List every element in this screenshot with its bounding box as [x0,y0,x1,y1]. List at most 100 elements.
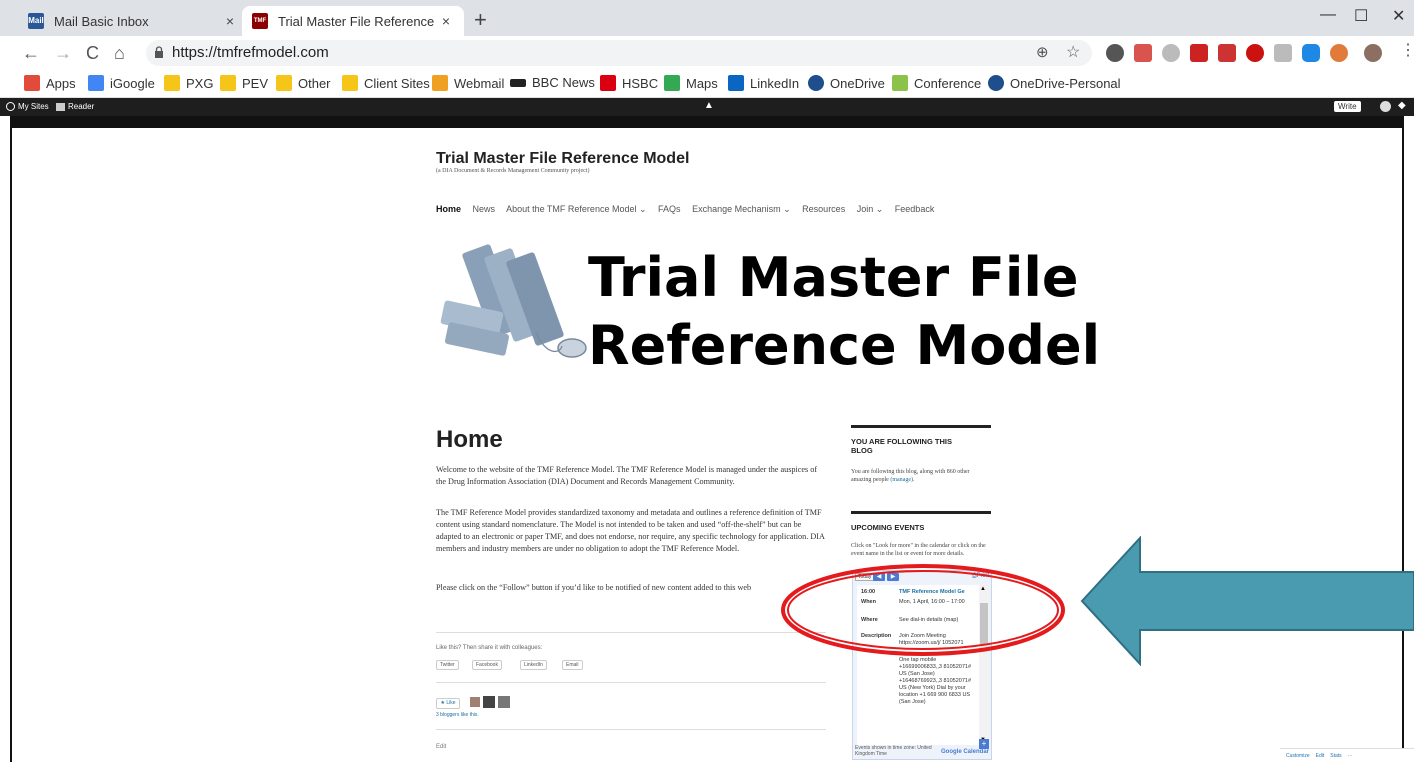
reader-icon [56,102,65,111]
google-calendar-widget: Today ◀ ▶ ⎙Print 16:00 TMF Reference Mod… [852,570,992,760]
nav-feedback[interactable]: Feedback [895,204,935,214]
zoom-icon[interactable]: ⊕ [1036,43,1049,61]
close-window-icon[interactable]: ✕ [1392,6,1405,26]
share-linkedin-button[interactable]: LinkedIn [520,660,547,670]
avatar[interactable] [483,696,495,708]
manage-link[interactable]: (manage). [890,477,914,483]
extension-icon[interactable] [1330,44,1348,62]
event-title[interactable]: TMF Reference Model Ge [899,589,975,596]
cloud-icon [808,75,824,91]
extension-icon[interactable] [1246,44,1264,62]
extension-icon[interactable] [1106,44,1124,62]
bookmark-conference[interactable]: Conference [892,75,981,91]
avatar[interactable] [1380,101,1391,112]
my-sites-link[interactable]: My Sites [6,102,49,111]
extension-icon[interactable] [1162,44,1180,62]
folder-icon [276,75,292,91]
nav-home[interactable]: Home [436,204,461,214]
share-facebook-button[interactable]: Facebook [472,660,502,670]
close-tab-icon[interactable]: × [438,13,454,29]
bookmark-star-icon[interactable]: ☆ [1066,42,1080,62]
share-twitter-button[interactable]: Twitter [436,660,459,670]
avatar[interactable] [1364,44,1382,62]
notifications-icon[interactable]: ◆ [1398,100,1406,111]
bookmark-client-sites[interactable]: Client Sites [342,75,430,91]
close-tab-icon[interactable]: × [222,13,238,29]
stats-link[interactable]: Stats [1330,753,1341,759]
site-title[interactable]: Trial Master File Reference Model [436,150,689,168]
divider [436,632,826,633]
more-icon[interactable]: ··· [1348,753,1353,759]
bloggers-like-text[interactable]: 3 bloggers like this. [436,712,479,718]
share-email-button[interactable]: Email [562,660,583,670]
scrollbar-thumb[interactable] [980,603,988,645]
nav-resources[interactable]: Resources [802,204,845,214]
next-button[interactable]: ▶ [887,573,899,581]
google-icon [88,75,104,91]
calendar-scrollbar[interactable]: ▲ ▼ [979,585,989,745]
tab-tmf[interactable]: TMF Trial Master File Reference Mode × [242,6,464,36]
tab-strip: Mail Mail Basic Inbox × TMF Trial Master… [0,0,1414,36]
folder-icon [220,75,236,91]
google-calendar-logo[interactable]: Google Calendar [941,749,989,755]
bookmark-onedrive-personal[interactable]: OneDrive-Personal [988,75,1121,91]
divider [436,729,826,730]
event-header[interactable]: 16:00 TMF Reference Model Ge [861,589,975,596]
add-calendar-button[interactable]: + [979,739,989,749]
bookmark-other[interactable]: Other [276,75,331,91]
footer-action-bar: Customize Edit Stats ··· [1280,748,1414,762]
reload-button[interactable]: C [86,42,99,64]
like-button[interactable]: ★ Like [436,698,460,709]
avatar[interactable] [470,697,480,707]
bookmark-linkedin[interactable]: LinkedIn [728,75,799,91]
prev-button[interactable]: ◀ [873,573,885,581]
skype-icon[interactable] [1302,44,1320,62]
bookmark-webmail[interactable]: Webmail [432,75,504,91]
bookmark-onedrive[interactable]: OneDrive [808,75,885,91]
nav-exchange-mechanism[interactable]: Exchange Mechanism ⌄ [692,204,791,214]
home-button[interactable]: ⌂ [114,42,125,64]
reader-link[interactable]: Reader [56,102,94,111]
write-button[interactable]: Write [1334,101,1361,112]
bookmark-hsbc[interactable]: HSBC [600,75,658,91]
bookmark-bbc-news[interactable]: BBC News [510,75,595,90]
address-bar[interactable]: https://tmfrefmodel.com ⊕ ☆ [146,40,1092,66]
folder-icon [342,75,358,91]
tab-mail-inbox[interactable]: Mail Mail Basic Inbox × [18,6,248,36]
browser-toolbar: ← → C ⌂ https://tmfrefmodel.com ⊕ ☆ ⋮ [0,36,1414,70]
edit-link[interactable]: Edit [436,744,446,750]
extension-icon[interactable] [1190,44,1208,62]
today-button[interactable]: Today [855,573,875,581]
bookmark-pxg[interactable]: PXG [164,75,213,91]
bookmark-apps[interactable]: Apps [24,75,76,91]
back-button[interactable]: ← [22,42,40,64]
collapse-icon[interactable]: ▲ [704,100,714,111]
event-description: Description Join Zoom Meeting https://zo… [861,633,964,646]
event-dial-in: One tap mobile +16699006833,,3 81052071#… [899,657,972,705]
bbc-icon [510,78,526,87]
scroll-up-icon[interactable]: ▲ [980,586,986,592]
bookmark-igoogle[interactable]: iGoogle [88,75,155,91]
wp-admin-bar: My Sites Reader ▲ Write ◆ [0,98,1414,116]
nav-faqs[interactable]: FAQs [658,204,681,214]
print-button[interactable]: ⎙Print [972,573,989,580]
new-tab-button[interactable]: + [474,8,487,32]
nav-join[interactable]: Join ⌄ [857,204,884,214]
menu-icon[interactable]: ⋮ [1400,40,1414,60]
hsbc-icon [600,75,616,91]
forward-button[interactable]: → [54,42,72,64]
nav-about[interactable]: About the TMF Reference Model ⌄ [506,204,646,214]
bookmark-pev[interactable]: PEV [220,75,268,91]
event-time: 16:00 [861,589,876,595]
nav-news[interactable]: News [473,204,496,214]
extension-icon[interactable] [1218,44,1236,62]
event-where: Where See dial-in details (map) [861,617,959,623]
avatar[interactable] [498,696,510,708]
customize-link[interactable]: Customize [1286,753,1310,759]
extension-icon[interactable] [1134,44,1152,62]
edit-link[interactable]: Edit [1316,753,1325,759]
bookmark-maps[interactable]: Maps [664,75,718,91]
minimize-icon[interactable]: — [1320,6,1336,24]
extension-icon[interactable] [1274,44,1292,62]
maximize-icon[interactable]: ☐ [1354,6,1368,26]
